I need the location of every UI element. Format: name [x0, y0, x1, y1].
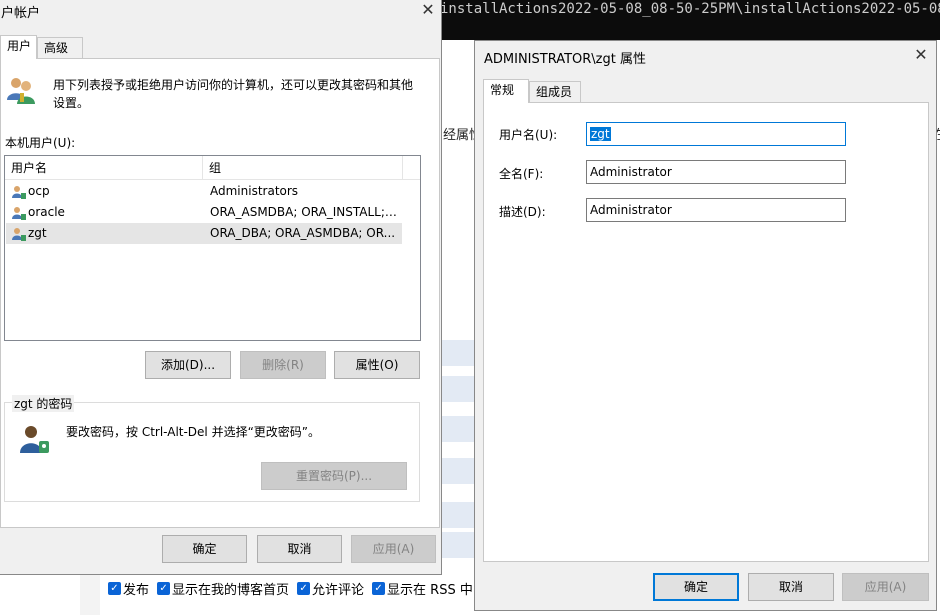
- checkbox-checked-icon: ✓: [372, 581, 386, 595]
- cancel-button[interactable]: 取消: [748, 573, 834, 601]
- apply-button[interactable]: 应用(A): [842, 573, 929, 601]
- add-user-button[interactable]: 添加(D)...: [145, 351, 231, 379]
- tab-label: 组成员: [536, 85, 573, 99]
- background-checkbox-label: 发布: [123, 582, 150, 598]
- tab-label: 用户: [7, 39, 32, 53]
- user-name: ocp: [28, 184, 50, 198]
- ok-button[interactable]: 确定: [162, 535, 247, 563]
- background-checkbox-row: ✓ 发布 ✓ 显示在我的博客首页 ✓ 允许评论 ✓ 显示在 RSS 中: [108, 578, 494, 598]
- user-icon: [12, 207, 26, 220]
- background-checkbox: ✓ 允许评论: [297, 579, 364, 598]
- user-name: zgt: [28, 226, 47, 240]
- user-icon: [12, 228, 26, 241]
- column-header-group[interactable]: 组: [203, 156, 403, 180]
- table-row[interactable]: ocp Administrators: [6, 181, 402, 202]
- description-field[interactable]: Administrator: [586, 198, 846, 222]
- table-row[interactable]: oracle ORA_ASMDBA; ORA_INSTALL; ...: [6, 202, 402, 223]
- tab-advanced[interactable]: 高级: [37, 37, 83, 59]
- close-icon[interactable]: ✕: [911, 45, 931, 65]
- users-list[interactable]: 用户名 组 ocp Administrators oracle ORA_ASMD…: [4, 155, 421, 341]
- background-checkbox-label: 显示在我的博客首页: [172, 582, 290, 598]
- user-key-icon: [20, 426, 49, 453]
- fullname-field[interactable]: Administrator: [586, 160, 846, 184]
- username-value: zgt: [590, 127, 611, 141]
- reset-password-button[interactable]: 重置密码(P)...: [261, 462, 407, 490]
- tab-panel-general: 用户名(U): zgt 全名(F): Administrator 描述(D): …: [483, 102, 929, 562]
- tab-member-of[interactable]: 组成员: [529, 81, 581, 103]
- password-group-title: zgt 的密码: [12, 395, 75, 412]
- username-field[interactable]: zgt: [586, 122, 846, 146]
- apply-button[interactable]: 应用(A): [351, 535, 436, 563]
- dialog-title: 户帐户: [1, 6, 41, 21]
- user-group: Administrators: [210, 184, 299, 198]
- background-checkbox: ✓ 发布: [108, 579, 149, 598]
- user-icon: [12, 186, 26, 199]
- local-users-label: 本机用户(U):: [5, 136, 76, 150]
- background-checkbox-label: 允许评论: [312, 582, 365, 598]
- table-row[interactable]: zgt ORA_DBA; ORA_ASMDBA; OR...: [6, 223, 402, 244]
- tab-users[interactable]: 用户: [0, 35, 37, 59]
- column-header-username[interactable]: 用户名: [5, 156, 203, 180]
- checkbox-checked-icon: ✓: [157, 581, 171, 595]
- intro-text: 设置。: [53, 96, 90, 110]
- background-checkbox: ✓ 显示在 RSS 中: [372, 579, 473, 598]
- tab-label: 高级: [44, 41, 69, 55]
- background-checkbox-label: 显示在 RSS 中: [387, 582, 473, 598]
- password-group: zgt 的密码 要改密码，按 Ctrl-Alt-Del 并选择“更改密码”。 重…: [4, 395, 420, 502]
- password-hint-text: 要改密码，按 Ctrl-Alt-Del 并选择“更改密码”。: [66, 425, 321, 439]
- fullname-label: 全名(F):: [499, 167, 544, 181]
- list-header: 用户名 组: [5, 156, 420, 180]
- user-group: ORA_DBA; ORA_ASMDBA; OR...: [210, 226, 396, 240]
- checkbox-checked-icon: ✓: [108, 581, 121, 595]
- close-icon[interactable]: ✕: [418, 0, 438, 20]
- background-strip: [80, 572, 100, 615]
- dialog-title: ADMINISTRATOR\zgt 属性: [484, 52, 646, 67]
- user-properties-dialog: ADMINISTRATOR\zgt 属性 ✕ 常规 组成员 用户名(U): zg…: [474, 40, 937, 611]
- properties-button[interactable]: 属性(O): [334, 351, 420, 379]
- tab-general[interactable]: 常规: [483, 79, 529, 103]
- background-terminal: installActions2022-05-08_08-50-25PM\inst…: [440, 0, 940, 40]
- background-checkbox: ✓ 显示在我的博客首页: [157, 579, 289, 598]
- remove-user-button[interactable]: 删除(R): [240, 351, 326, 379]
- user-group: ORA_ASMDBA; ORA_INSTALL; ...: [210, 205, 400, 219]
- checkbox-checked-icon: ✓: [297, 581, 311, 595]
- cancel-button[interactable]: 取消: [257, 535, 342, 563]
- user-name: oracle: [28, 205, 65, 219]
- user-accounts-dialog: 户帐户 ✕ 用户 高级 用下列表授予或拒绝用户访问你的计算机，还可以更改其密码和…: [0, 0, 442, 575]
- tab-panel-users: 用下列表授予或拒绝用户访问你的计算机，还可以更改其密码和其他 设置。 本机用户(…: [0, 58, 440, 528]
- users-icon: [7, 78, 35, 104]
- tab-label: 常规: [490, 83, 515, 97]
- intro-text: 用下列表授予或拒绝用户访问你的计算机，还可以更改其密码和其他: [53, 78, 414, 92]
- ok-button[interactable]: 确定: [653, 573, 739, 601]
- username-label: 用户名(U):: [499, 128, 558, 142]
- terminal-text: installActions2022-05-08_08-50-25PM\inst…: [440, 1, 940, 17]
- description-label: 描述(D):: [499, 205, 546, 219]
